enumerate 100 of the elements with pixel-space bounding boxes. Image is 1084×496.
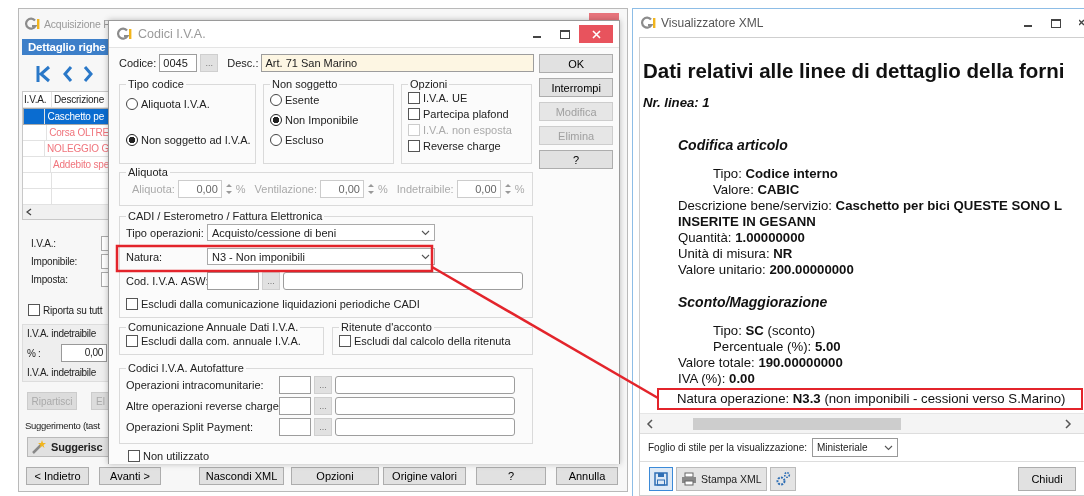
radio-button[interactable]: Escluso (270, 134, 387, 146)
maximize-icon[interactable] (560, 29, 570, 39)
save-button[interactable] (649, 466, 673, 491)
scroll-left-icon[interactable] (646, 418, 653, 429)
browse-button[interactable]: ... (200, 54, 219, 72)
document-line: Tipo: Codice interno (713, 166, 838, 182)
field-label: Imposta: (31, 273, 69, 285)
group-title: Codici I.V.A. Autofatture (127, 362, 245, 374)
document-line: Valore totale: 190.00000000 (678, 355, 843, 371)
footer-button[interactable]: Nascondi XML (199, 467, 284, 485)
dropdown-caret-icon[interactable] (421, 253, 430, 260)
section-label: Suggerimento (tast (25, 420, 100, 431)
field-label: Desc.: (227, 57, 259, 69)
input-field[interactable] (207, 272, 259, 290)
dialog-button[interactable]: Interrompi (539, 78, 613, 97)
field-label: Tipo operazioni: (126, 226, 204, 239)
input-field[interactable]: 0,00 (61, 344, 107, 362)
input-field[interactable]: Art. 71 San Marino (261, 54, 535, 72)
previous-icon[interactable] (62, 65, 73, 83)
field-label: Natura: (126, 250, 164, 263)
group-title: Ritenute d'acconto (340, 321, 433, 333)
field-label: Codice: (119, 57, 157, 69)
footer-button[interactable]: ? (476, 467, 546, 485)
dropdown[interactable]: N3 - Non imponibili (207, 248, 435, 265)
document-line: IVA (%): 0.00 (678, 371, 755, 387)
section-title: Codifica articolo (678, 137, 789, 153)
dropdown-caret-icon[interactable] (421, 229, 430, 236)
checkbox[interactable]: Reverse charge (408, 140, 525, 152)
suggest-button[interactable]: Suggerisc (27, 437, 109, 457)
document-line: Valore unitario: 200.00000000 (678, 262, 854, 278)
scroll-left-icon[interactable] (26, 208, 32, 216)
group-title: Tipo codice (127, 78, 185, 90)
checkbox[interactable]: Partecipa plafond (408, 108, 525, 120)
app-logo-icon (117, 27, 132, 41)
horizontal-scrollbar[interactable] (23, 205, 109, 219)
footer-button[interactable]: Opzioni (291, 467, 379, 485)
input-field[interactable]: 0045 (159, 54, 198, 72)
dropdown[interactable]: Acquisto/cessione di beni (207, 224, 435, 241)
browse-button[interactable]: ... (314, 376, 332, 394)
radio-button[interactable]: Esente (270, 94, 387, 106)
document-line: INSERITE IN GESANN (678, 214, 816, 230)
footer-button[interactable]: < Indietro (26, 467, 89, 485)
dropdown-caret-icon[interactable] (883, 444, 893, 451)
window-title: Codici I.V.A. (138, 27, 206, 41)
dropdown[interactable]: Ministeriale (811, 438, 898, 457)
app-logo-icon (25, 17, 40, 31)
radio-button[interactable]: Non soggetto ad I.V.A. (126, 134, 249, 146)
print-button[interactable]: Stampa XML (676, 466, 767, 491)
close-button[interactable]: Chiudi (1018, 466, 1076, 491)
checkbox[interactable]: Escludi dalla com. annuale I.V.A. (126, 335, 301, 347)
input-field[interactable] (279, 418, 311, 436)
column-header[interactable]: I.V.A. (23, 92, 52, 107)
browse-button[interactable]: ... (262, 272, 280, 290)
group-title: Opzioni (409, 78, 449, 90)
dialog-button[interactable]: ? (539, 150, 613, 169)
input-field[interactable] (279, 376, 311, 394)
unit-label: % (378, 183, 388, 195)
section-title: Sconto/Maggiorazione (678, 294, 829, 310)
checkbox[interactable]: Riporta su tutt (28, 304, 103, 316)
scroll-right-icon[interactable] (1065, 418, 1072, 429)
field-label: Ventilazione: (254, 183, 317, 195)
close-button[interactable] (579, 25, 613, 43)
window-title: Visualizzatore XML (661, 16, 764, 30)
radio-button[interactable]: Aliquota I.V.A. (126, 98, 249, 110)
document-line: Percentuale (%): 5.00 (713, 339, 841, 355)
checkbox[interactable]: Escludi dal calcolo della ritenuta (339, 335, 511, 347)
magic-wand-icon (31, 439, 47, 455)
first-record-icon[interactable] (36, 65, 52, 83)
document-line: Unità di misura: NR (678, 246, 793, 262)
document-line: Valore: CABIC (713, 182, 800, 198)
table-row[interactable]: Caschetto pe (23, 108, 109, 125)
input-field[interactable] (335, 376, 515, 394)
browse-button[interactable]: ... (314, 397, 332, 415)
footer-button[interactable]: Origine valori (383, 467, 466, 485)
browse-button[interactable]: ... (314, 418, 332, 436)
close-icon[interactable] (1079, 18, 1084, 28)
footer-button[interactable]: Avanti > (99, 467, 161, 485)
group-title: Aliquota (127, 166, 169, 178)
next-icon[interactable] (83, 65, 94, 83)
document-line: Quantità: 1.00000000 (678, 230, 805, 246)
checkbox[interactable]: Escludi dalla comunicazione liquidazioni periodiche CADI (126, 298, 420, 310)
document-line: Descrizione bene/servizio: Caschetto per bici QUESTE SONO L (678, 198, 1063, 214)
checkbox[interactable]: I.V.A. UE (408, 92, 525, 104)
settings-button[interactable] (769, 466, 796, 491)
checkbox[interactable]: Non utilizzato (128, 450, 210, 462)
dialog-button[interactable]: OK (539, 54, 613, 73)
field-label: I.V.A.: (31, 237, 57, 249)
group-title: Non soggetto (271, 78, 339, 90)
footer-button[interactable]: Annulla (556, 467, 618, 485)
input-field[interactable] (283, 272, 523, 290)
column-header[interactable]: Descrizione (52, 94, 105, 105)
input-field[interactable] (335, 397, 515, 415)
printer-icon (681, 471, 697, 486)
horizontal-scrollbar[interactable] (640, 413, 1084, 433)
maximize-icon[interactable] (1051, 18, 1061, 28)
input-field[interactable] (279, 397, 311, 415)
radio-button[interactable]: Non Imponibile (270, 114, 387, 126)
document-line: Natura operazione: N3.3 (non imponibili - cessioni verso S.Marino) (677, 391, 1066, 407)
input-field[interactable] (335, 418, 515, 436)
unit-label: % (514, 183, 525, 195)
